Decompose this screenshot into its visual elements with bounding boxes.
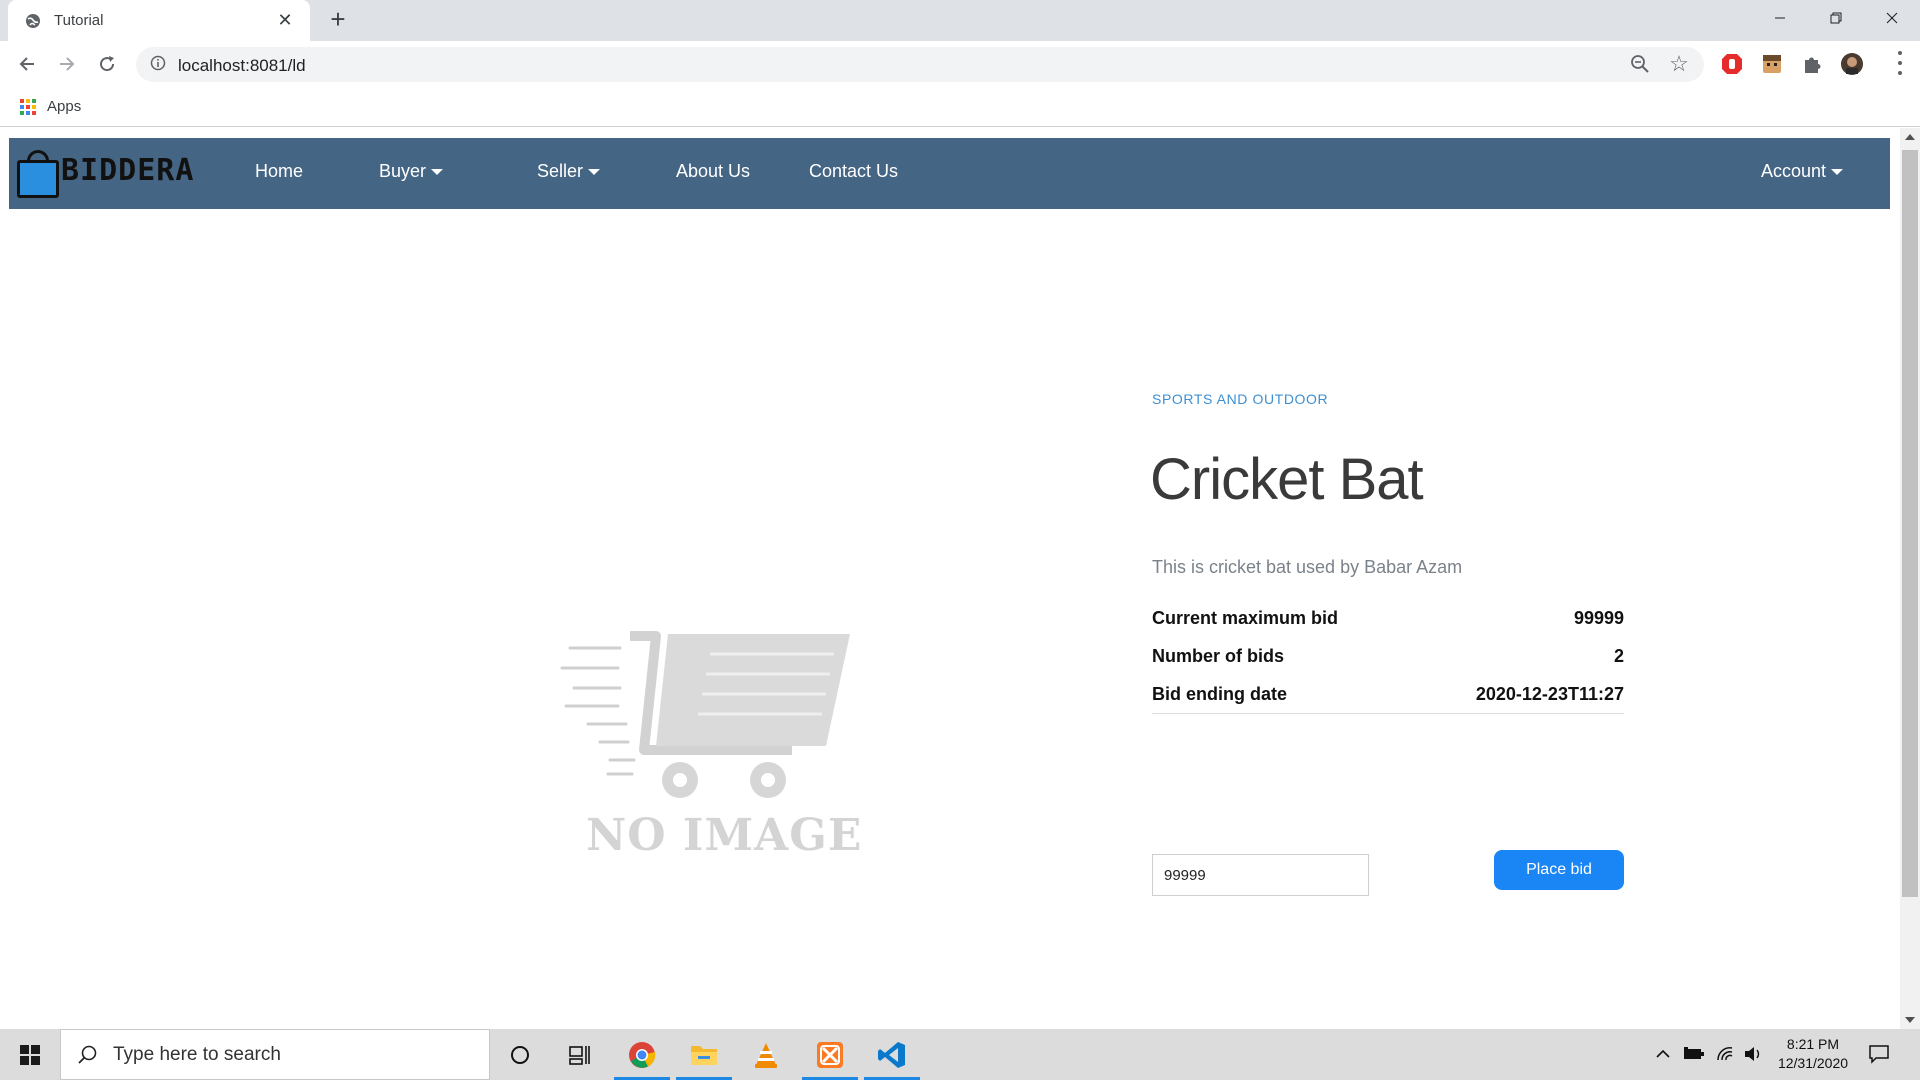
- chrome-taskbar-icon[interactable]: [612, 1029, 672, 1080]
- nav-account-dropdown[interactable]: Account: [1761, 161, 1844, 182]
- detail-row-end-date: Bid ending date 2020-12-23T11:27: [1152, 684, 1624, 705]
- caret-down-icon: [588, 168, 601, 175]
- detail-label: Number of bids: [1152, 646, 1285, 666]
- page-scrollbar[interactable]: [1900, 128, 1920, 1029]
- detail-value: 2: [1613, 646, 1624, 666]
- details-divider: [1152, 713, 1624, 714]
- detail-label: Bid ending date: [1152, 684, 1287, 704]
- scroll-up-icon[interactable]: [1905, 134, 1915, 140]
- bookmark-star-icon[interactable]: ☆: [1668, 53, 1690, 75]
- task-view-icon[interactable]: [550, 1029, 610, 1080]
- bookmarks-bar: Apps: [0, 87, 1920, 127]
- biddera-logo[interactable]: BIDDERA: [17, 144, 227, 202]
- taskbar-clock[interactable]: 8:21 PM 12/31/2020: [1770, 1035, 1856, 1073]
- minimize-button[interactable]: [1752, 0, 1808, 36]
- detail-row-max-bid: Current maximum bid 99999: [1152, 608, 1624, 629]
- shopping-cart-icon: [560, 646, 636, 776]
- caret-down-icon: [1831, 168, 1844, 175]
- caret-down-icon: [431, 168, 444, 175]
- profile-avatar-icon[interactable]: [1840, 52, 1864, 76]
- speaker-icon[interactable]: [1742, 1043, 1764, 1065]
- globe-icon: [24, 12, 42, 30]
- info-icon[interactable]: [150, 55, 168, 73]
- product-placeholder-image: NO IMAGE: [560, 618, 880, 868]
- address-bar[interactable]: localhost:8081/ld ☆: [136, 47, 1704, 82]
- nav-buyer-label: Buyer: [379, 161, 427, 181]
- product-category[interactable]: SPORTS AND OUTDOOR: [1152, 391, 1328, 407]
- scrollbar-thumb[interactable]: [1902, 150, 1918, 897]
- nav-account-label: Account: [1761, 161, 1827, 181]
- clock-date: 12/31/2020: [1777, 1055, 1849, 1071]
- close-window-button[interactable]: [1864, 0, 1920, 36]
- detail-value: 2020-12-23T11:27: [1475, 684, 1624, 704]
- new-tab-button[interactable]: +: [324, 6, 352, 34]
- browser-tabstrip: Tutorial ✕ +: [0, 0, 1920, 41]
- page-viewport: BIDDERA Home Buyer Seller About Us Conta…: [0, 128, 1900, 1029]
- extensions-puzzle-icon[interactable]: [1800, 52, 1824, 76]
- adblock-extension-icon[interactable]: [1720, 52, 1744, 76]
- zoom-icon[interactable]: [1630, 54, 1652, 76]
- window-controls: [1752, 0, 1920, 36]
- xampp-icon[interactable]: [800, 1029, 860, 1080]
- file-explorer-icon[interactable]: [674, 1029, 734, 1080]
- search-icon: [77, 1044, 99, 1066]
- url-text: localhost:8081/ld: [178, 56, 306, 75]
- place-bid-button[interactable]: Place bid: [1494, 850, 1624, 890]
- browser-toolbar: localhost:8081/ld ☆: [0, 41, 1920, 87]
- logo-text: BIDDERA: [61, 153, 195, 188]
- apps-grid-icon[interactable]: [20, 99, 36, 115]
- windows-start-icon[interactable]: [0, 1029, 60, 1080]
- nav-seller-dropdown[interactable]: Seller: [537, 161, 601, 182]
- chevron-up-icon[interactable]: [1652, 1043, 1674, 1065]
- bid-amount-input[interactable]: [1152, 854, 1369, 896]
- wifi-icon[interactable]: [1714, 1043, 1736, 1065]
- detail-label: Current maximum bid: [1152, 608, 1339, 628]
- no-image-text: NO IMAGE: [586, 810, 863, 861]
- notifications-icon[interactable]: [1868, 1043, 1890, 1065]
- tab-close-icon[interactable]: ✕: [274, 10, 296, 31]
- restore-button[interactable]: [1808, 0, 1864, 36]
- product-description: This is cricket bat used by Babar Azam: [1152, 557, 1463, 577]
- taskbar-search-box[interactable]: Type here to search: [60, 1029, 490, 1080]
- nav-buyer-dropdown[interactable]: Buyer: [379, 161, 444, 182]
- back-arrow-icon[interactable]: [13, 50, 41, 78]
- tab-title: Tutorial: [54, 12, 104, 29]
- browser-tab[interactable]: Tutorial ✕: [8, 0, 310, 41]
- character-extension-icon[interactable]: [1760, 52, 1784, 76]
- apps-bookmark-label[interactable]: Apps: [47, 98, 81, 115]
- site-navbar: BIDDERA Home Buyer Seller About Us Conta…: [9, 138, 1890, 209]
- nav-about[interactable]: About Us: [676, 161, 750, 182]
- nav-home[interactable]: Home: [255, 161, 303, 182]
- nav-contact[interactable]: Contact Us: [809, 161, 898, 182]
- vlc-icon[interactable]: [736, 1029, 796, 1080]
- detail-row-bid-count: Number of bids 2: [1152, 646, 1624, 667]
- detail-value: 99999: [1573, 608, 1624, 628]
- shopping-bag-icon: [17, 150, 59, 198]
- reload-icon[interactable]: [93, 50, 121, 78]
- windows-taskbar: Type here to search 8:21 PM 12/31/2020: [0, 1029, 1920, 1080]
- scroll-down-icon[interactable]: [1905, 1017, 1915, 1023]
- browser-menu-icon[interactable]: [1896, 51, 1904, 75]
- cortana-icon[interactable]: [490, 1029, 550, 1080]
- taskbar-search-placeholder: Type here to search: [113, 1043, 281, 1065]
- battery-icon[interactable]: [1683, 1043, 1705, 1065]
- clock-time: 8:21 PM: [1786, 1036, 1840, 1052]
- product-title: Cricket Bat: [1150, 447, 1424, 512]
- forward-arrow-icon[interactable]: [53, 50, 81, 78]
- nav-seller-label: Seller: [537, 161, 584, 181]
- vscode-icon[interactable]: [862, 1029, 922, 1080]
